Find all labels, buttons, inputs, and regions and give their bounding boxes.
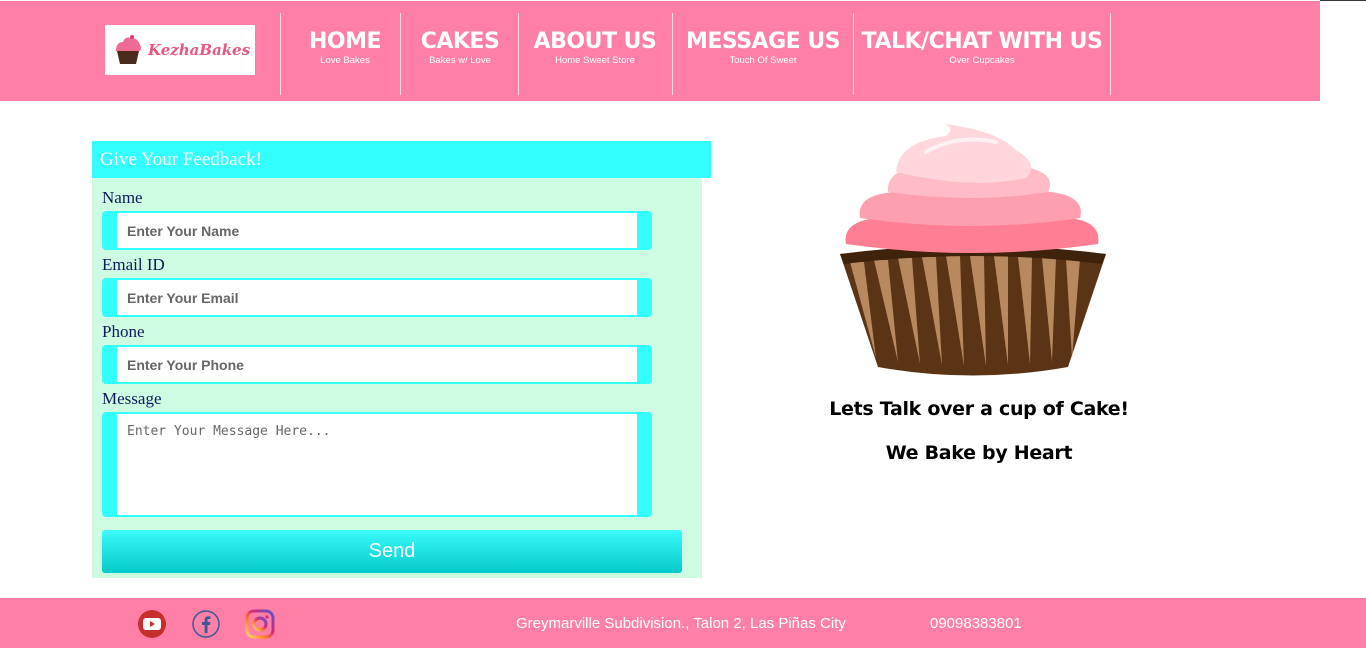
nav-divider [1110, 13, 1111, 95]
nav-talk-chat-title: TALK/CHAT WITH US [861, 29, 1103, 54]
nav-about-us[interactable]: ABOUT US Home Sweet Store [522, 29, 668, 67]
top-border-line [1320, 0, 1366, 1]
email-input[interactable] [117, 280, 637, 315]
nav-home-title: HOME [308, 29, 382, 54]
send-button[interactable]: Send [102, 530, 682, 573]
cupcake-logo-icon [116, 35, 141, 64]
message-field-wrapper [102, 412, 652, 517]
nav-message-us-subtitle: Touch Of Sweet [729, 55, 797, 66]
site-header: KezhaBakes HOME Love Bakes CAKES Bakes w… [0, 1, 1320, 101]
message-label: Message [102, 389, 162, 408]
name-field-wrapper [102, 211, 652, 250]
email-label: Email ID [102, 255, 165, 274]
name-input[interactable] [117, 213, 637, 248]
nav-divider [672, 13, 673, 95]
nav-about-us-subtitle: Home Sweet Store [555, 55, 635, 66]
nav-message-us[interactable]: MESSAGE US Touch Of Sweet [676, 29, 850, 67]
facebook-icon[interactable] [191, 609, 221, 639]
nav-divider [280, 13, 281, 95]
nav-home[interactable]: HOME Love Bakes [295, 29, 395, 67]
footer-address: Greymarville Subdivision., Talon 2, Las … [516, 615, 846, 632]
phone-label: Phone [102, 322, 145, 341]
cupcake-illustration [840, 124, 1106, 376]
nav-message-us-title: MESSAGE US [685, 29, 841, 54]
nav-cakes-title: CAKES [420, 29, 500, 54]
email-field-wrapper [102, 278, 652, 317]
nav-divider [400, 13, 401, 95]
nav-talk-chat[interactable]: TALK/CHAT WITH US Over Cupcakes [858, 29, 1106, 67]
nav-divider [853, 13, 854, 95]
nav-cakes[interactable]: CAKES Bakes w/ Love [405, 29, 515, 67]
nav-about-us-title: ABOUT US [533, 29, 657, 54]
logo-text: KezhaBakes [148, 41, 251, 59]
brand-logo[interactable]: KezhaBakes [105, 25, 255, 75]
nav-cakes-subtitle: Bakes w/ Love [429, 55, 491, 66]
phone-input[interactable] [117, 347, 637, 382]
phone-field-wrapper [102, 345, 652, 384]
nav-home-subtitle: Love Bakes [320, 55, 370, 66]
tagline-talk: Lets Talk over a cup of Cake! [829, 398, 1129, 420]
feedback-form-heading: Give Your Feedback! [92, 141, 711, 178]
instagram-icon[interactable] [245, 609, 275, 639]
tagline-bake: We Bake by Heart [885, 442, 1073, 464]
nav-divider [518, 13, 519, 95]
nav-talk-chat-subtitle: Over Cupcakes [949, 55, 1015, 66]
youtube-icon[interactable] [137, 609, 167, 639]
message-textarea[interactable] [117, 414, 637, 515]
name-label: Name [102, 188, 143, 207]
footer-phone: 09098383801 [930, 615, 1022, 632]
